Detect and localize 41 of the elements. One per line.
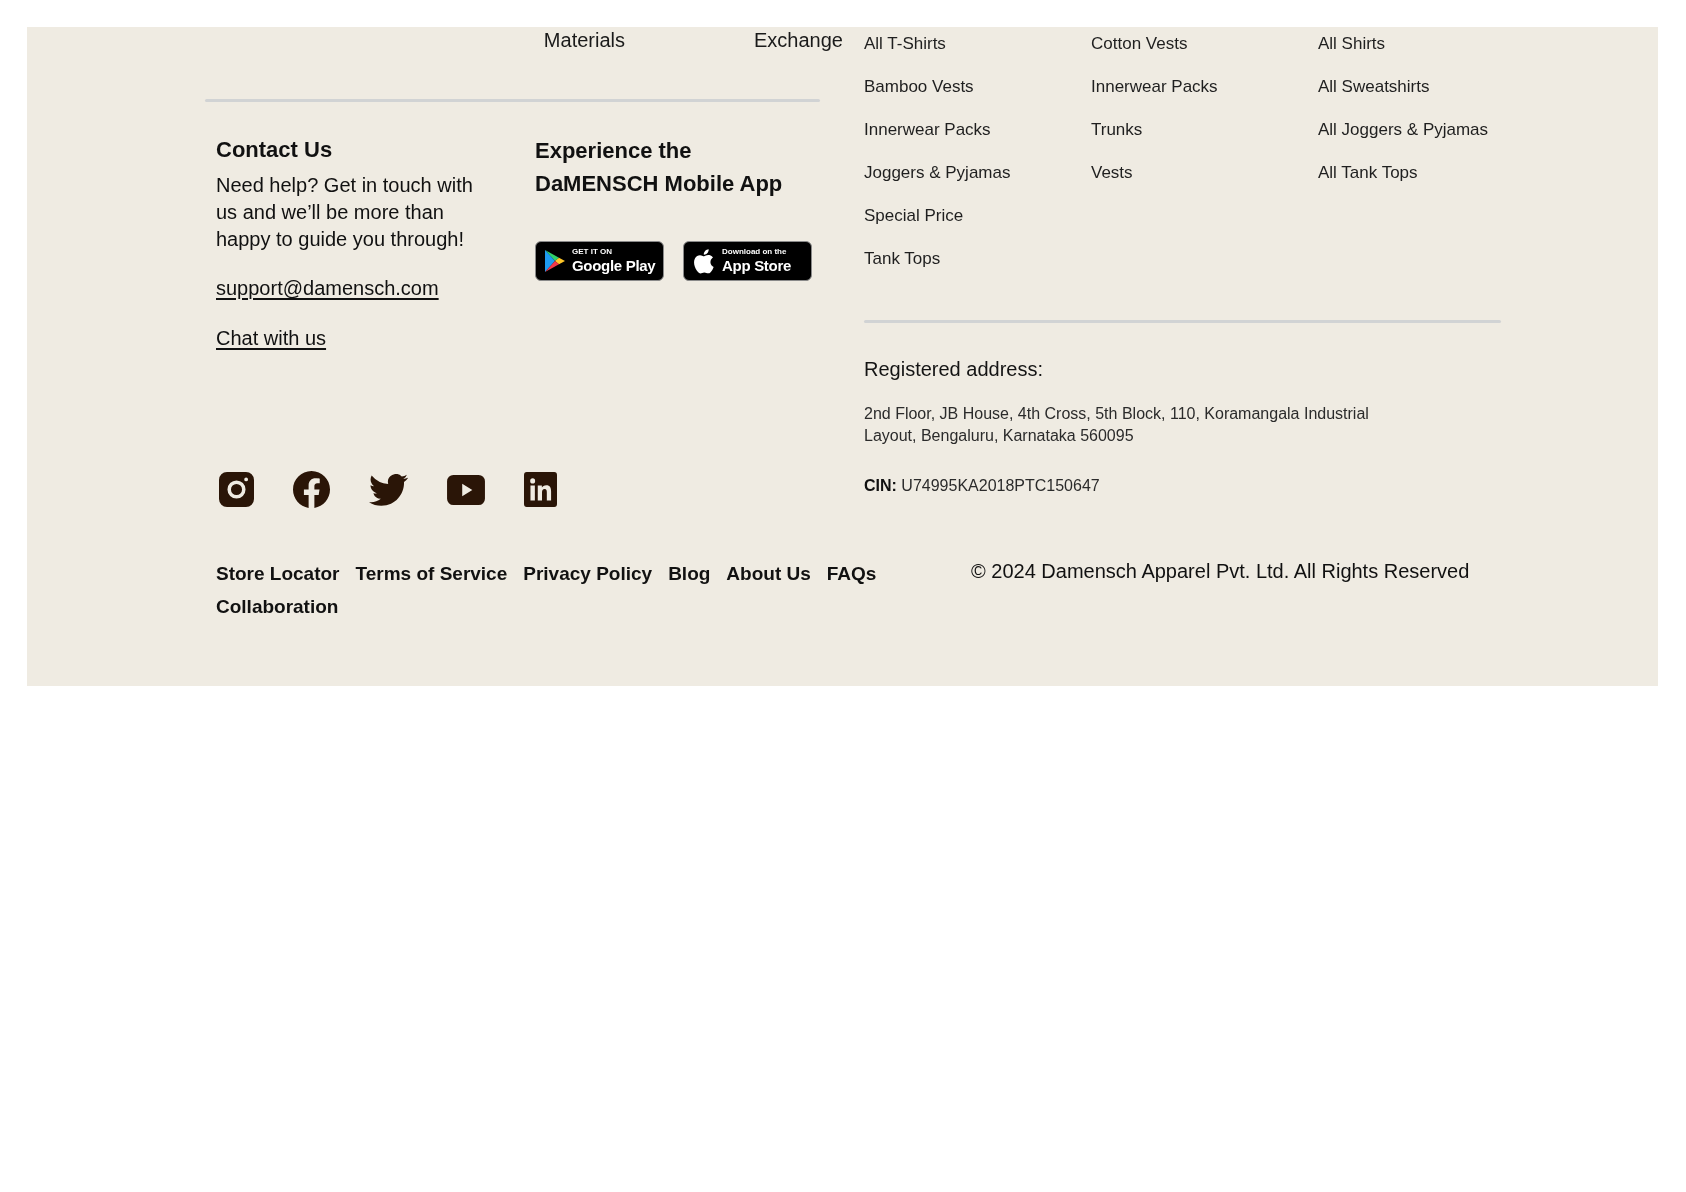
apple-icon (693, 248, 715, 274)
chat-link[interactable]: Chat with us (216, 327, 327, 349)
footer-link[interactable]: Materials (543, 28, 625, 52)
category-link[interactable]: All Joggers & Pyjamas (1318, 119, 1489, 140)
category-link[interactable]: Special Price (864, 205, 964, 226)
twitter-icon[interactable] (369, 473, 408, 506)
contact-text: Need help? Get in touch with us and we’ll be more than happy to guide you through! (216, 173, 474, 252)
footer-link[interactable]: Privacy Policy (523, 557, 653, 590)
contact-heading: Contact Us (216, 136, 333, 164)
category-link[interactable]: All Shirts (1318, 33, 1386, 54)
app-heading: Experience the DaMENSCH Mobile App (535, 137, 784, 198)
category-link[interactable]: Tank Tops (864, 248, 941, 269)
category-link[interactable]: Vests (1091, 162, 1133, 183)
category-link[interactable]: Joggers & Pyjamas (864, 162, 1011, 183)
category-link[interactable]: Innerwear Packs (1091, 76, 1218, 97)
linkedin-icon[interactable] (524, 472, 557, 507)
footer-link[interactable]: Store Locator (216, 557, 340, 590)
google-play-badge[interactable]: GET IT ON Google Play (535, 241, 664, 281)
footer-link[interactable]: Collaboration (216, 590, 339, 623)
category-link[interactable]: All T-Shirts (864, 33, 946, 54)
facebook-icon[interactable] (293, 471, 330, 508)
footer-link[interactable]: Terms of Service (355, 557, 508, 590)
footer-link[interactable]: Exchange (754, 28, 843, 52)
category-link[interactable]: Cotton Vests (1091, 33, 1188, 54)
cin-text: CIN: U74995KA2018PTC150647 (864, 477, 1100, 494)
email-link[interactable]: support@damensch.com (216, 277, 439, 299)
footer-link[interactable]: About Us (726, 557, 811, 590)
footer-link[interactable]: Blog (668, 557, 711, 590)
youtube-icon[interactable] (447, 474, 485, 505)
instagram-icon[interactable] (219, 472, 254, 507)
address-text: 2nd Floor, JB House, 4th Cross, 5th Block, 110, Koramangala Industrial Layout, Bengaluru, Karnataka 560095 (864, 404, 1370, 446)
category-link[interactable]: Innerwear Packs (864, 119, 991, 140)
footer-link[interactable]: FAQs (826, 557, 877, 590)
copyright-text: © 2024 Damensch Apparel Pvt. Ltd. All Rights Reserved (971, 560, 1470, 582)
category-link[interactable]: Bamboo Vests (864, 76, 974, 97)
category-link[interactable]: Trunks (1091, 119, 1143, 140)
category-link[interactable]: All Sweatshirts (1318, 76, 1430, 97)
category-link[interactable]: All Tank Tops (1318, 162, 1418, 183)
app-store-badge[interactable]: Download on the App Store (683, 241, 812, 281)
address-heading: Registered address: (864, 357, 1043, 381)
play-triangle-icon (545, 250, 565, 272)
